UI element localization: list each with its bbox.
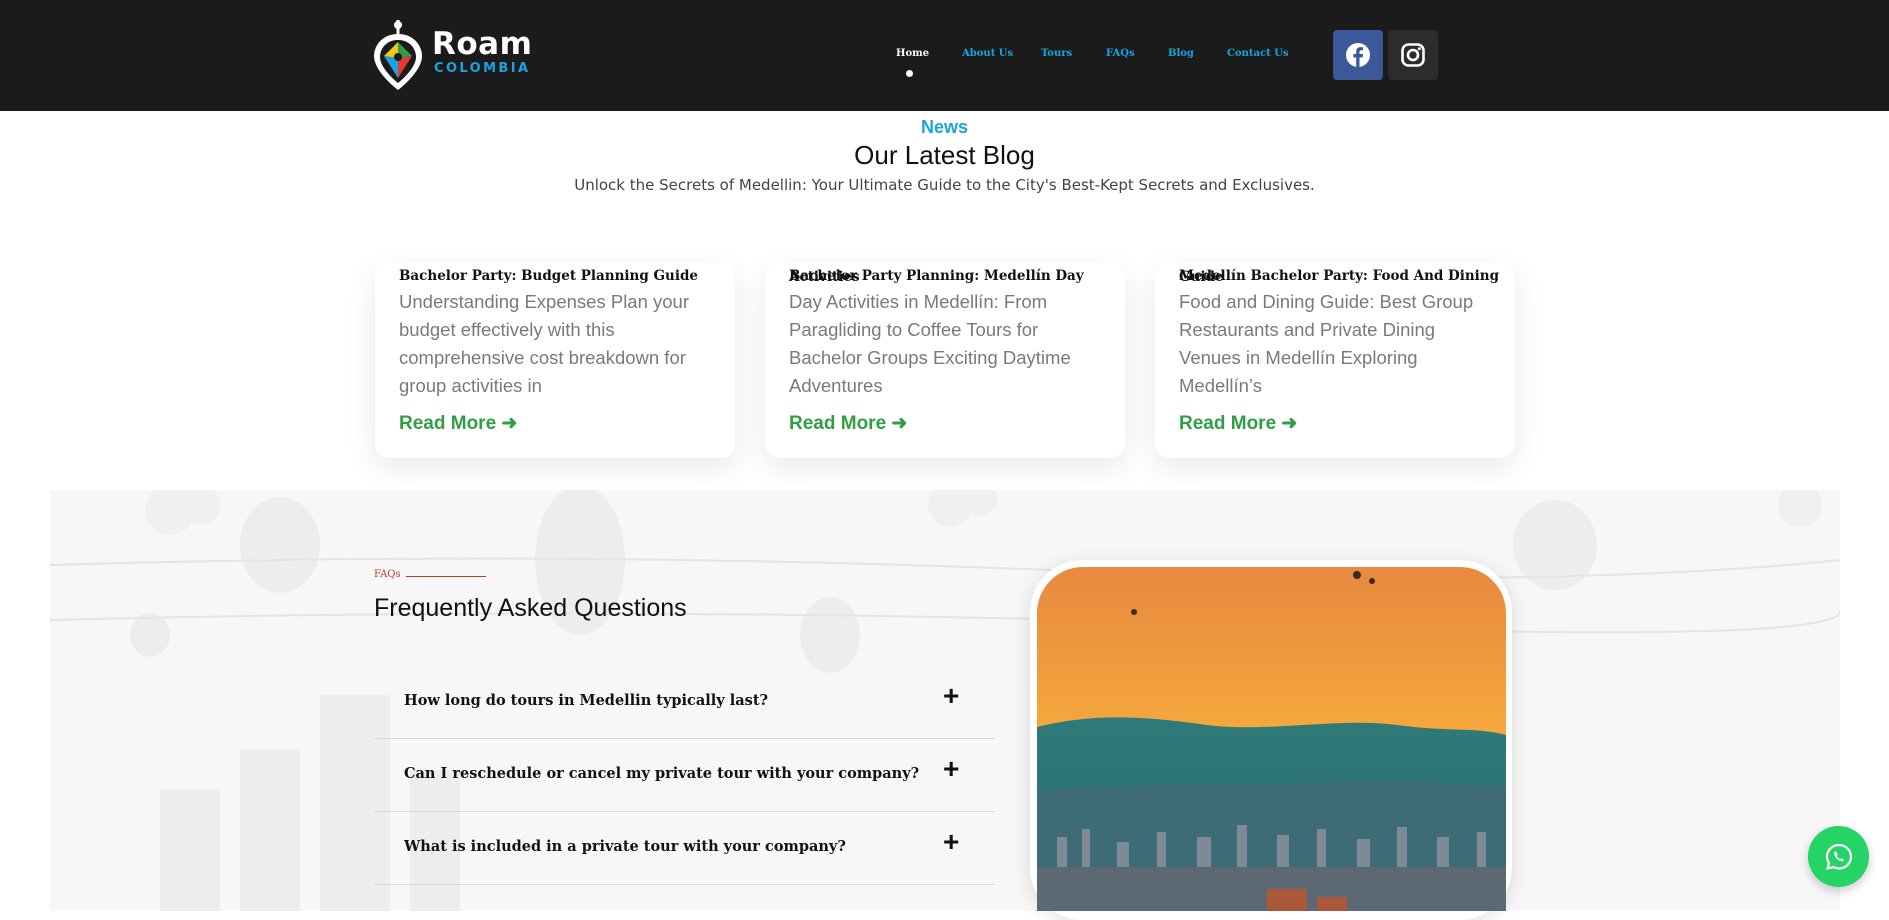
whatsapp-icon (1825, 843, 1852, 870)
facebook-icon (1346, 43, 1370, 67)
site-header: Roam COLOMBIA Home About Us Tours FAQs B… (0, 0, 1889, 111)
blog-kicker: News (920, 117, 969, 137)
nav-faqs[interactable]: FAQs (1106, 48, 1135, 59)
nav-blog[interactable]: Blog (1168, 48, 1194, 59)
brand-subtitle: COLOMBIA (434, 61, 531, 76)
instagram-button[interactable] (1388, 30, 1438, 80)
nav-home[interactable]: Home (896, 48, 929, 59)
plus-icon[interactable]: + (943, 680, 959, 712)
whatsapp-button[interactable] (1808, 826, 1869, 887)
brand-name[interactable]: Roam (432, 26, 532, 62)
blog-title: Our Latest Blog (854, 140, 1035, 170)
faq-question[interactable]: How long do tours in Medellin typically … (404, 692, 768, 709)
faq-item[interactable]: What is included in a private tour with … (374, 812, 995, 885)
blog-subtitle: Unlock the Secrets of Medellin: Your Ult… (574, 176, 1315, 194)
blog-card: Bachelor Party: Budget Planning Guide Un… (375, 262, 735, 458)
blog-card-excerpt: Day Activities in Medellín: From Paragli… (789, 291, 1071, 396)
read-more-link[interactable]: Read More ➜ (1179, 412, 1297, 435)
blog-card-title[interactable]: Bachelor Party: Budget Planning Guide (399, 268, 698, 284)
faq-item[interactable]: How long do tours in Medellin typically … (374, 666, 995, 739)
blog-card-excerpt: Food and Dining Guide: Best Group Restau… (1179, 291, 1474, 396)
faq-kicker-line (406, 576, 486, 577)
nav-active-indicator (906, 70, 913, 77)
read-more-link[interactable]: Read More ➜ (399, 412, 517, 435)
faq-question[interactable]: What is included in a private tour with … (404, 838, 846, 855)
medellin-sunset-photo (1037, 567, 1506, 911)
faq-title: Frequently Asked Questions (374, 594, 687, 622)
blog-card-title[interactable]: Medellín Bachelor Party: Food And Dining (1179, 268, 1499, 284)
blog-card: Medellín Bachelor Party: Food And Dining… (1155, 262, 1515, 458)
blog-card-excerpt: Understanding Expenses Plan your budget … (399, 291, 690, 396)
facebook-button[interactable] (1333, 30, 1383, 80)
faq-item[interactable]: Can I reschedule or cancel my private to… (374, 739, 995, 812)
nav-contact-us[interactable]: Contact Us (1227, 48, 1289, 59)
nav-about-us[interactable]: About Us (962, 48, 1013, 59)
plus-icon[interactable]: + (943, 826, 959, 858)
faq-question[interactable]: Can I reschedule or cancel my private to… (404, 765, 919, 782)
blog-card-title-overlap: Activities (789, 269, 860, 285)
read-more-link[interactable]: Read More ➜ (789, 412, 907, 435)
nav-tours[interactable]: Tours (1041, 48, 1072, 59)
blog-card-title-overlap: Guide (1179, 269, 1224, 285)
plus-icon[interactable]: + (943, 753, 959, 785)
faq-kicker: FAQs (374, 569, 401, 580)
blog-card: Bachelor Party Planning: Medellín Day Ac… (765, 262, 1125, 458)
instagram-icon (1401, 43, 1425, 67)
